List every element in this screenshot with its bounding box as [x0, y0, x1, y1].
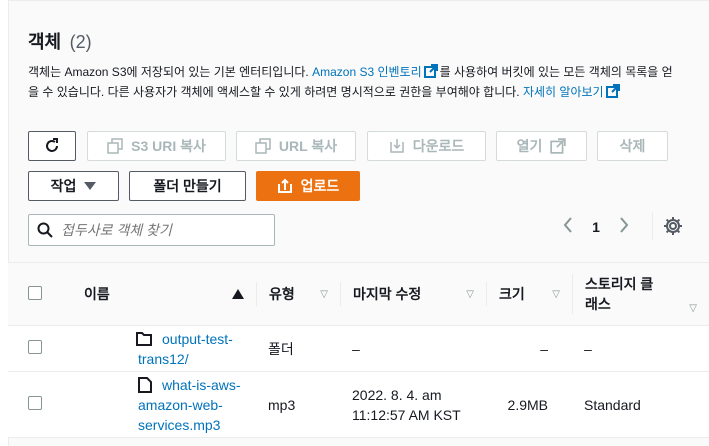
sort-icon: ▽: [466, 288, 474, 300]
objects-table: 이름 유형 ▽ 마지막 수정 ▽ 크기 ▽ 스토리지 클래스 ▽ output-test…: [8, 262, 709, 438]
page-title: 객체: [28, 32, 62, 52]
copy-icon: [107, 138, 123, 154]
external-link-icon: [550, 138, 567, 154]
copy-s3-uri-label: S3 URI 복사: [131, 138, 206, 154]
object-link-cont[interactable]: trans12/: [138, 349, 256, 369]
upload-icon: [277, 178, 292, 193]
external-link-icon[interactable]: [423, 64, 438, 78]
sort-icon: ▽: [320, 288, 328, 300]
type-cell: mp3: [256, 371, 340, 438]
row-checkbox[interactable]: [28, 340, 42, 354]
caret-down-icon: [84, 182, 97, 190]
copy-s3-uri-button[interactable]: S3 URI 복사: [87, 131, 226, 161]
inventory-link[interactable]: Amazon S3 인벤토리: [312, 65, 422, 79]
row-checkbox[interactable]: [28, 396, 42, 410]
column-type[interactable]: 유형 ▽: [256, 282, 340, 306]
column-size[interactable]: 크기 ▽: [486, 282, 572, 306]
current-page[interactable]: 1: [578, 219, 614, 235]
modified-cell: –: [340, 325, 486, 372]
sort-icon: ▽: [552, 288, 560, 300]
table-row[interactable]: what-is-aws- amazon-web- services.mp3 mp…: [8, 371, 709, 438]
object-count: (2): [69, 32, 92, 52]
column-name[interactable]: 이름: [64, 282, 256, 306]
column-storage-class[interactable]: 스토리지 클래스 ▽: [572, 274, 709, 314]
size-cell: 2.9MB: [486, 371, 572, 438]
type-cell: 폴더: [256, 325, 340, 372]
actions-label: 작업: [50, 178, 77, 194]
object-link-cont[interactable]: services.mp3: [138, 415, 256, 435]
open-button[interactable]: 열기: [496, 131, 587, 161]
learn-more-link[interactable]: 자세히 알아보기: [523, 85, 604, 99]
search-icon: [37, 222, 53, 238]
external-link-icon[interactable]: [605, 84, 620, 98]
download-icon: [389, 139, 404, 153]
folder-icon: [136, 331, 152, 346]
size-cell: –: [486, 325, 572, 372]
storage-class-cell: Standard: [572, 371, 709, 438]
sort-ascending-icon: [232, 289, 244, 299]
copy-url-label: URL 복사: [278, 138, 338, 154]
delete-label: 삭제: [619, 138, 646, 154]
prev-page-icon[interactable]: [558, 216, 578, 238]
create-folder-label: 폴더 만들기: [153, 178, 222, 194]
search-input[interactable]: [61, 222, 261, 238]
table-header-row: 이름 유형 ▽ 마지막 수정 ▽ 크기 ▽ 스토리지 클래스 ▽: [8, 262, 709, 326]
copy-icon: [255, 138, 271, 154]
download-label: 다운로드: [412, 138, 465, 154]
refresh-icon: [46, 138, 58, 152]
object-link[interactable]: what-is-aws-: [162, 375, 241, 395]
objects-header: 객체 (2): [28, 28, 92, 54]
actions-dropdown[interactable]: 작업: [28, 171, 119, 201]
upload-label: 업로드: [300, 178, 340, 194]
select-all-checkbox[interactable]: [28, 285, 42, 300]
next-page-icon[interactable]: [614, 216, 634, 238]
create-folder-button[interactable]: 폴더 만들기: [129, 171, 246, 201]
upload-button[interactable]: 업로드: [256, 171, 360, 201]
modified-date: 2022. 8. 4. am: [352, 386, 442, 403]
object-link[interactable]: output-test-: [162, 329, 233, 349]
column-last-modified[interactable]: 마지막 수정 ▽: [340, 282, 486, 306]
copy-url-button[interactable]: URL 복사: [236, 131, 356, 161]
pagination: 1: [558, 214, 634, 240]
description-text-1: 객체는 Amazon S3에 저장되어 있는 기본 엔터티입니다.: [28, 65, 313, 79]
refresh-button[interactable]: [28, 131, 76, 161]
file-icon: [138, 376, 152, 393]
download-button[interactable]: 다운로드: [367, 131, 486, 161]
object-link-cont[interactable]: amazon-web-: [138, 395, 256, 415]
sort-icon: ▽: [689, 303, 697, 314]
search-box[interactable]: [28, 214, 275, 246]
open-label: 열기: [516, 138, 543, 154]
table-row[interactable]: output-test- trans12/ 폴더 – – –: [8, 325, 709, 372]
settings-icon[interactable]: [663, 216, 683, 241]
objects-description: 객체는 Amazon S3에 저장되어 있는 기본 엔터티입니다. Amazon…: [28, 62, 678, 102]
pager-divider: [652, 212, 653, 240]
modified-time: 11:12:57 AM KST: [352, 406, 461, 423]
delete-button[interactable]: 삭제: [597, 131, 668, 161]
storage-class-cell: –: [572, 325, 709, 372]
